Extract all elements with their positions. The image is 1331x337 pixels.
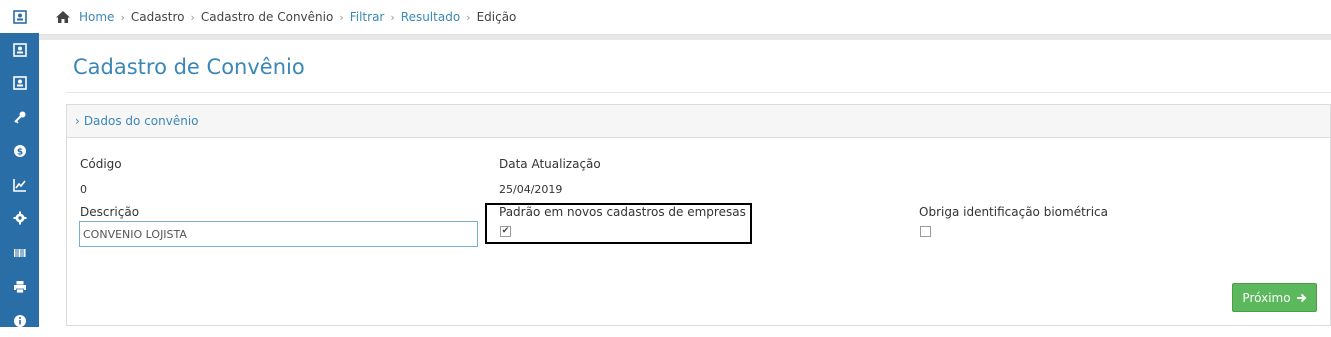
contact-card-icon: [12, 9, 27, 24]
key-icon: [13, 111, 25, 124]
gear-icon: [13, 211, 26, 224]
sidebar-item-info[interactable]: [0, 304, 39, 337]
chevron-right-icon: ›: [75, 114, 80, 128]
sidebar-item-barcode[interactable]: [0, 236, 39, 269]
sidebar-item-settings[interactable]: [0, 201, 39, 234]
info-icon: [13, 314, 26, 327]
page-title: Cadastro de Convênio: [73, 55, 305, 79]
descricao-label: Descrição: [80, 205, 140, 219]
chevron-right-icon: ›: [190, 10, 195, 24]
chevron-right-icon: ›: [466, 10, 471, 24]
chevron-right-icon: ›: [390, 10, 395, 24]
next-button-label: Próximo: [1242, 290, 1291, 305]
chart-icon: [12, 178, 26, 192]
contact-card-icon: [12, 42, 27, 57]
sidebar-item-contacts-2[interactable]: [0, 33, 39, 66]
sidebar-item-contacts-3[interactable]: [0, 66, 39, 99]
breadcrumb-filtrar[interactable]: Filtrar: [350, 10, 385, 24]
descricao-input[interactable]: [79, 221, 478, 247]
highlight-box: [485, 203, 752, 244]
codigo-label: Código: [80, 157, 122, 171]
home-icon[interactable]: [55, 10, 71, 24]
sidebar-item-contacts[interactable]: [0, 0, 39, 33]
sidebar-item-keys[interactable]: [0, 100, 39, 133]
sidebar-item-print[interactable]: [0, 270, 39, 303]
sidebar: $: [0, 0, 39, 327]
breadcrumb-resultado[interactable]: Resultado: [401, 10, 460, 24]
sidebar-item-finance[interactable]: $: [0, 134, 39, 167]
svg-text:$: $: [16, 147, 22, 157]
chevron-right-icon: ›: [120, 10, 125, 24]
sidebar-item-reports[interactable]: [0, 168, 39, 201]
breadcrumb-cadastro: Cadastro: [130, 10, 185, 24]
contact-card-icon: [12, 75, 27, 90]
panel-header[interactable]: › Dados do convênio: [67, 105, 1330, 138]
chevron-right-icon: ›: [339, 10, 344, 24]
breadcrumb: Home › Cadastro › Cadastro de Convênio ›…: [39, 0, 1331, 35]
codigo-value: 0: [80, 183, 87, 196]
header-divider: [39, 35, 1331, 40]
biometria-label: Obriga identificação biométrica: [919, 205, 1108, 219]
breadcrumb-cadastro-convenio: Cadastro de Convênio: [200, 10, 334, 24]
biometria-checkbox[interactable]: [920, 226, 931, 237]
barcode-icon: [13, 248, 25, 257]
panel-header-label: Dados do convênio: [83, 114, 199, 128]
dollar-icon: $: [13, 144, 26, 157]
arrow-right-icon: [1296, 293, 1306, 302]
next-button[interactable]: Próximo: [1232, 283, 1317, 312]
title-divider: [66, 92, 1331, 93]
printer-icon: [13, 280, 26, 293]
data-atualizacao-label: Data Atualização: [499, 157, 601, 171]
breadcrumb-home[interactable]: Home: [79, 10, 114, 24]
breadcrumb-edicao: Edição: [476, 10, 517, 24]
data-atualizacao-value: 25/04/2019: [499, 183, 563, 196]
